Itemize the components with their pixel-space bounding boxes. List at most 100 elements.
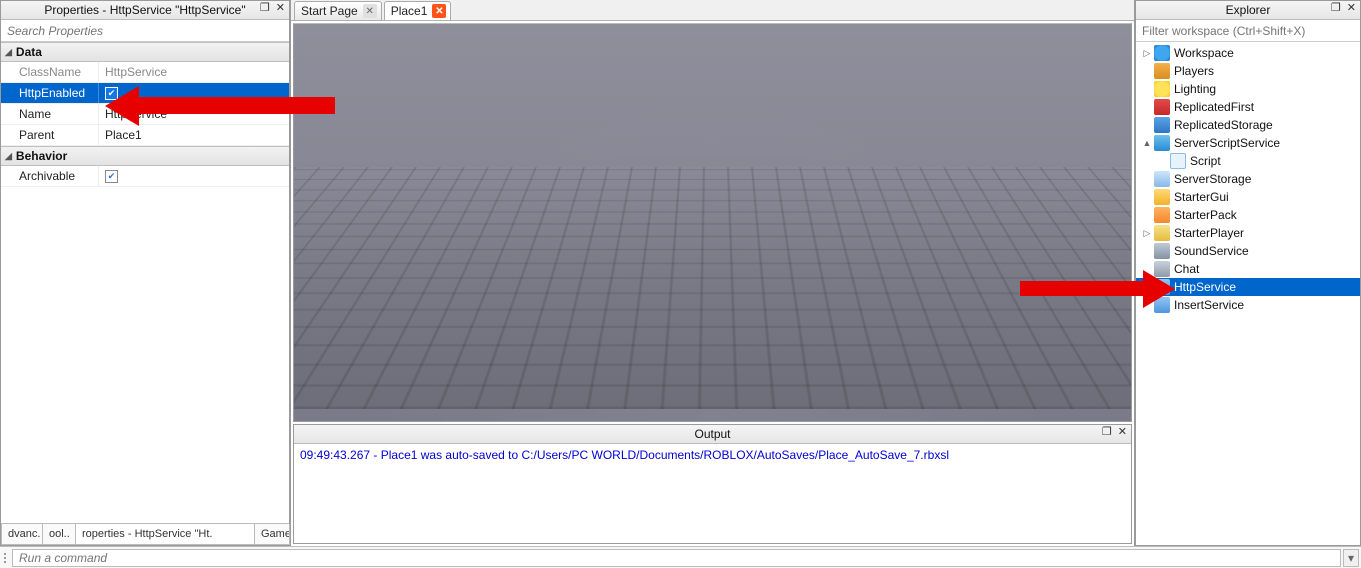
property-row[interactable]: NameHttpService [1, 104, 289, 125]
property-row[interactable]: ParentPlace1 [1, 125, 289, 146]
docking-tabs: dvanc.ool..roperties - HttpService "Ht.G… [1, 523, 289, 545]
property-value: HttpService [99, 62, 289, 82]
tree-node-label: Players [1174, 64, 1214, 78]
tree-node[interactable]: ▲ ServerScriptService [1136, 134, 1360, 152]
tree-node-label: Workspace [1174, 46, 1234, 60]
checkbox[interactable]: ✔ [105, 87, 118, 100]
close-icon[interactable]: ✕ [274, 1, 287, 14]
tree-node-label: Lighting [1174, 82, 1216, 96]
script-icon [1170, 153, 1186, 169]
tree-node-label: StarterPack [1174, 208, 1237, 222]
expand-arrow-icon[interactable]: ▲ [1140, 138, 1154, 148]
undock-icon[interactable]: ❐ [258, 1, 272, 14]
explorer-filter-input[interactable] [1136, 20, 1360, 42]
folder-o-icon [1154, 207, 1170, 223]
tree-node[interactable]: ▷ Workspace [1136, 44, 1360, 62]
cloud-icon [1154, 171, 1170, 187]
properties-panel: Properties - HttpService "HttpService" ❐… [0, 0, 290, 546]
tree-node[interactable]: Chat [1136, 260, 1360, 278]
property-group-header[interactable]: ◢ Data [1, 42, 289, 62]
output-title: Output [694, 427, 730, 441]
tree-node[interactable]: Players [1136, 62, 1360, 80]
document-tab[interactable]: Place1 ✕ [384, 1, 452, 20]
document-tabbar: Start Page ✕ Place1 ✕ [291, 0, 1134, 21]
property-value[interactable]: ✔ [99, 83, 289, 103]
property-group-header[interactable]: ◢Behavior [1, 146, 289, 166]
globe-icon [1154, 45, 1170, 61]
tree-node-label: ServerStorage [1174, 172, 1251, 186]
close-icon[interactable]: ✕ [1345, 1, 1358, 14]
properties-title-bar[interactable]: Properties - HttpService "HttpService" ❐… [1, 1, 289, 20]
property-value[interactable]: ✔ [99, 166, 289, 186]
users-icon [1154, 63, 1170, 79]
tree-node-label: ReplicatedFirst [1174, 100, 1254, 114]
tree-node[interactable]: ReplicatedStorage [1136, 116, 1360, 134]
close-icon[interactable]: ✕ [1116, 425, 1129, 438]
chevron-down-icon: ◢ [5, 47, 12, 58]
tree-node[interactable]: InsertService [1136, 296, 1360, 314]
undock-icon[interactable]: ❐ [1100, 425, 1114, 438]
gear-icon [1154, 135, 1170, 151]
property-row[interactable]: Archivable ✔ [1, 166, 289, 187]
properties-search-input[interactable] [1, 20, 289, 42]
tree-node[interactable]: Script [1136, 152, 1360, 170]
property-value[interactable]: Place1 [99, 125, 289, 145]
output-title-bar[interactable]: Output ❐ ✕ [294, 425, 1131, 444]
cube-icon [1154, 297, 1170, 313]
middle-column: Start Page ✕ Place1 ✕ Output ❐ ✕ 09:49:43.2… [290, 0, 1135, 546]
tree-node-label: SoundService [1174, 244, 1249, 258]
properties-body: ◢DataClassNameHttpServiceHttpEnabled✔Nam… [1, 42, 289, 523]
tree-node[interactable]: HttpService [1136, 278, 1360, 296]
dock-tab[interactable]: roperties - HttpService "Ht. [75, 524, 255, 545]
dock-tab[interactable]: ool.. [42, 524, 76, 545]
property-name: Parent [1, 125, 99, 145]
group-name: Data [16, 45, 42, 59]
expand-arrow-icon[interactable]: ▷ [1140, 48, 1154, 59]
tree-node-label: ReplicatedStorage [1174, 118, 1273, 132]
command-bar: ▾ [0, 546, 1361, 568]
tree-node[interactable]: ▷ StarterPlayer [1136, 224, 1360, 242]
property-row[interactable]: ClassNameHttpService [1, 62, 289, 83]
close-icon[interactable]: ✕ [432, 4, 446, 18]
viewport-3d[interactable] [293, 23, 1132, 422]
output-body[interactable]: 09:49:43.267 - Place1 was auto-saved to … [294, 444, 1131, 543]
property-value[interactable]: HttpService [99, 104, 289, 124]
tree-node-label: StarterPlayer [1174, 226, 1244, 240]
tree-node[interactable]: ServerStorage [1136, 170, 1360, 188]
tree-node[interactable]: ReplicatedFirst [1136, 98, 1360, 116]
property-name: Name [1, 104, 99, 124]
property-name: ClassName [1, 62, 99, 82]
folder-y-icon [1154, 189, 1170, 205]
baseplate [293, 167, 1132, 409]
bulb-icon [1154, 81, 1170, 97]
tab-label: Place1 [391, 4, 428, 18]
tree-node[interactable]: Lighting [1136, 80, 1360, 98]
undock-icon[interactable]: ❐ [1329, 1, 1343, 14]
tree-node-label: ServerScriptService [1174, 136, 1280, 150]
explorer-title-bar[interactable]: Explorer ❐ ✕ [1136, 1, 1360, 20]
property-row[interactable]: HttpEnabled✔ [1, 83, 289, 104]
properties-title: Properties - HttpService "HttpService" [44, 3, 245, 17]
tree-node-label: HttpService [1174, 280, 1236, 294]
tree-node[interactable]: StarterPack [1136, 206, 1360, 224]
expand-arrow-icon[interactable]: ▷ [1140, 228, 1154, 239]
command-input[interactable] [12, 549, 1341, 567]
tab-label: Start Page [301, 4, 358, 18]
checkbox[interactable]: ✔ [105, 170, 118, 183]
tree-node-label: Script [1190, 154, 1221, 168]
tree-node[interactable]: StarterGui [1136, 188, 1360, 206]
output-line[interactable]: 09:49:43.267 - Place1 was auto-saved to … [300, 448, 1125, 462]
tree-node[interactable]: SoundService [1136, 242, 1360, 260]
command-history-dropdown[interactable]: ▾ [1343, 549, 1359, 567]
box-blue-icon [1154, 117, 1170, 133]
cube-icon [1154, 279, 1170, 295]
dock-tab[interactable]: dvanc. [1, 524, 43, 545]
group-name: Behavior [16, 149, 67, 163]
close-icon[interactable]: ✕ [363, 4, 377, 18]
property-name: Archivable [1, 166, 99, 186]
tree-node-label: Chat [1174, 262, 1199, 276]
drag-grip-icon[interactable] [0, 551, 10, 565]
document-tab[interactable]: Start Page ✕ [294, 1, 382, 20]
dock-tab[interactable]: Game [254, 524, 290, 545]
box-red-icon [1154, 99, 1170, 115]
